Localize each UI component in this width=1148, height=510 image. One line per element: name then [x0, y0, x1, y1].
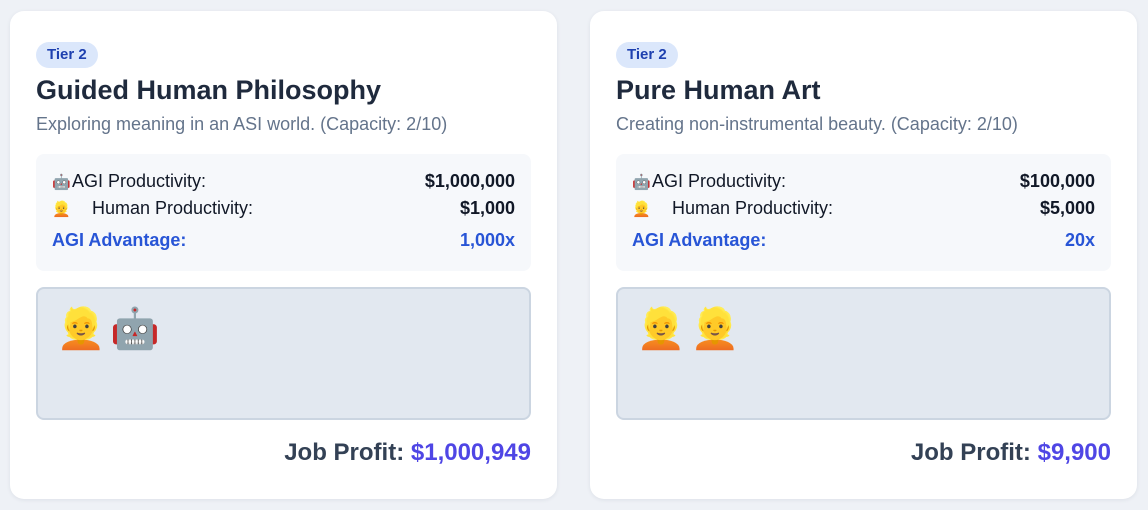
job-description: Creating non-instrumental beauty. (Capac… — [616, 114, 1018, 134]
worker-slots[interactable]: 👱 🤖 — [36, 287, 531, 420]
agi-advantage-row: AGI Advantage: 1,000x — [52, 230, 515, 254]
job-profit-value: $9,900 — [1037, 439, 1111, 466]
agi-productivity-row: 🤖AGI Productivity: $100,000 — [632, 171, 1095, 195]
human-worker-icon[interactable]: 👱 — [56, 305, 106, 353]
agi-productivity-value: $100,000 — [1019, 171, 1095, 191]
job-card-pure-human-art: Tier 2 Pure Human Art Creating non-instr… — [590, 11, 1137, 499]
job-profit: Job Profit: $9,900 — [911, 439, 1111, 467]
human-productivity-value: $1,000 — [459, 198, 515, 218]
agi-advantage-value: 1,000x — [459, 230, 515, 250]
human-icon: 👱 — [632, 201, 651, 218]
worker-slots[interactable]: 👱 👱 — [616, 287, 1111, 420]
job-profit: Job Profit: $1,000,949 — [284, 439, 531, 467]
agi-productivity-label-group: 🤖AGI Productivity: — [52, 171, 206, 192]
job-title: Pure Human Art — [616, 75, 821, 105]
agi-productivity-label: AGI Productivity: — [652, 171, 787, 191]
productivity-stats: 🤖AGI Productivity: $1,000,000 👱 Human Pro… — [36, 154, 531, 271]
job-card-guided-human-philosophy: Tier 2 Guided Human Philosophy Exploring… — [10, 11, 557, 499]
job-title: Guided Human Philosophy — [36, 75, 382, 105]
human-productivity-value: $5,000 — [1039, 198, 1095, 218]
job-profit-label: Job Profit: — [910, 439, 1031, 466]
job-profit-value: $1,000,949 — [410, 439, 531, 466]
human-productivity-label-group: 👱 Human Productivity: — [52, 198, 253, 219]
productivity-stats: 🤖AGI Productivity: $100,000 👱 Human Produ… — [616, 154, 1111, 271]
agi-advantage-label: AGI Advantage: — [632, 230, 767, 250]
agi-productivity-value: $1,000,000 — [424, 171, 515, 191]
human-icon: 👱 — [52, 201, 71, 218]
human-worker-icon[interactable]: 👱 — [690, 305, 740, 353]
agi-advantage-row: AGI Advantage: 20x — [632, 230, 1095, 254]
robot-icon: 🤖 — [632, 174, 651, 191]
human-productivity-label-group: 👱 Human Productivity: — [632, 198, 833, 219]
agi-productivity-row: 🤖AGI Productivity: $1,000,000 — [52, 171, 515, 195]
tier-badge: Tier 2 — [616, 42, 678, 68]
human-worker-icon[interactable]: 👱 — [636, 305, 686, 353]
human-productivity-row: 👱 Human Productivity: $5,000 — [632, 198, 1095, 222]
agi-advantage-value: 20x — [1064, 230, 1095, 250]
robot-icon: 🤖 — [52, 174, 71, 191]
robot-worker-icon[interactable]: 🤖 — [110, 305, 160, 353]
agi-productivity-label-group: 🤖AGI Productivity: — [632, 171, 786, 192]
tier-badge: Tier 2 — [36, 42, 98, 68]
human-productivity-row: 👱 Human Productivity: $1,000 — [52, 198, 515, 222]
job-profit-label: Job Profit: — [284, 439, 405, 466]
agi-productivity-label: AGI Productivity: — [72, 171, 207, 191]
human-productivity-label: Human Productivity: — [92, 198, 254, 218]
human-productivity-label: Human Productivity: — [672, 198, 834, 218]
agi-advantage-label: AGI Advantage: — [52, 230, 187, 250]
job-description: Exploring meaning in an ASI world. (Capa… — [36, 114, 448, 134]
